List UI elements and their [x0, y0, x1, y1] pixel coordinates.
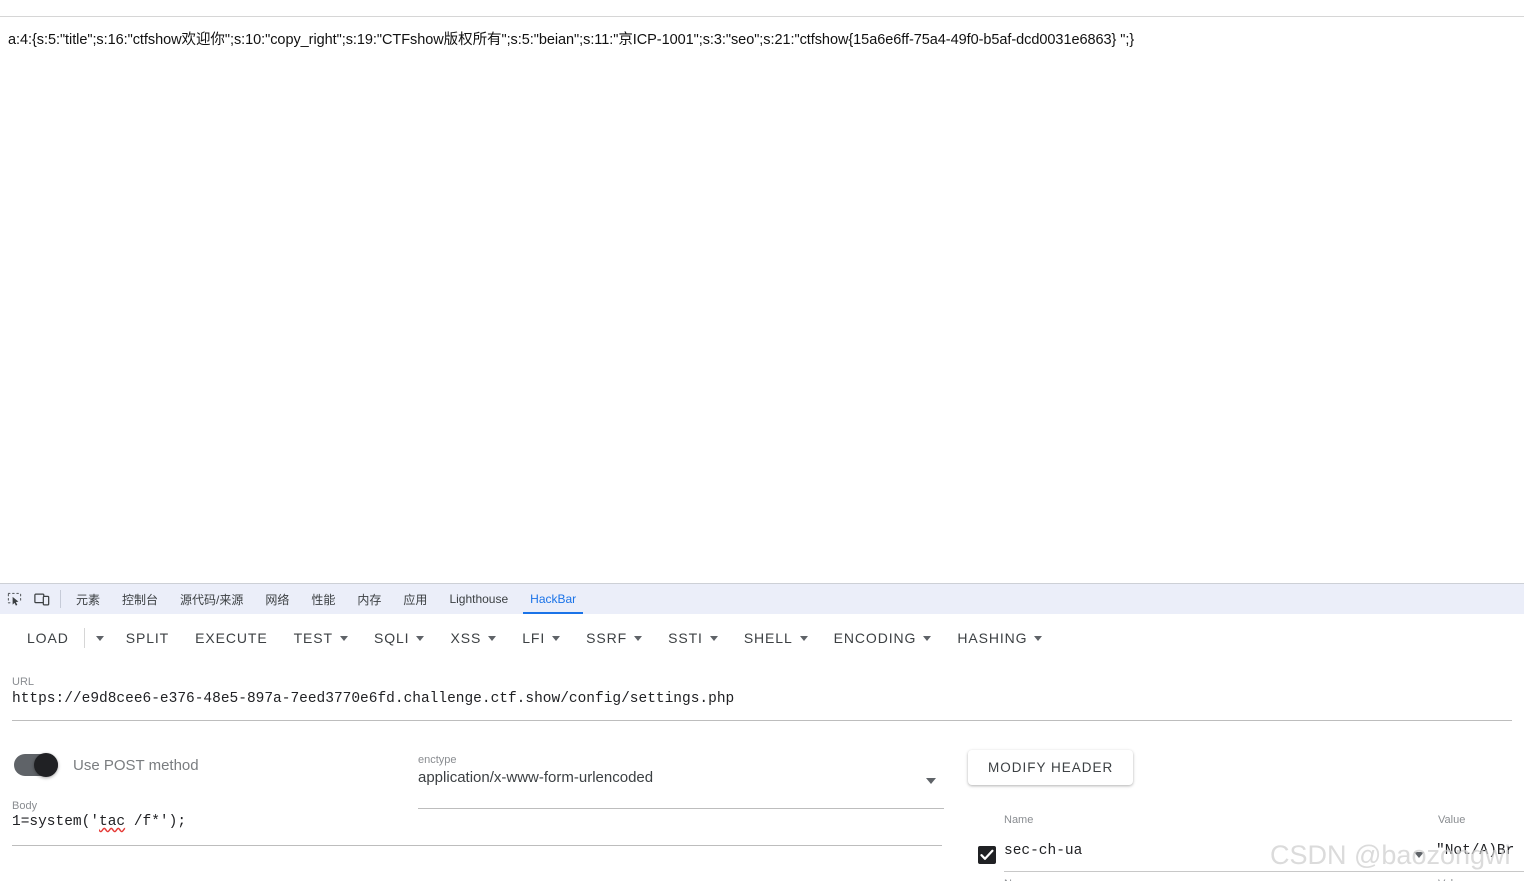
hashing-label: HASHING: [957, 630, 1028, 646]
body-prefix: 1=system(': [12, 814, 100, 830]
page-top-divider: [0, 16, 1524, 17]
ssrf-label: SSRF: [586, 630, 628, 646]
hashing-menu-button[interactable]: HASHING: [944, 624, 1055, 652]
load-label: LOAD: [27, 630, 69, 646]
xss-label: XSS: [450, 630, 482, 646]
xss-menu-button[interactable]: XSS: [437, 624, 509, 652]
encoding-label: ENCODING: [833, 630, 917, 646]
devtools-icon-separator: [60, 590, 61, 608]
encoding-menu-button[interactable]: ENCODING: [821, 624, 945, 652]
chevron-down-icon: [634, 635, 643, 641]
enctype-underline: [418, 808, 944, 809]
execute-label: EXECUTE: [195, 630, 268, 646]
use-post-method-label: Use POST method: [73, 756, 199, 774]
tab-hackbar[interactable]: HackBar: [519, 584, 587, 614]
tab-label: 内存: [357, 592, 382, 607]
chevron-down-icon: [799, 635, 808, 641]
chevron-down-icon: [552, 635, 561, 641]
url-underline: [12, 720, 1512, 721]
toggle-knob: [34, 753, 58, 777]
header-value-input[interactable]: "Not/A)Br: [1436, 843, 1514, 859]
page-content-area: a:4:{s:5:"title";s:16:"ctfshow欢迎你";s:10:…: [0, 0, 1524, 583]
load-dropdown-button[interactable]: [87, 630, 113, 647]
use-post-method-toggle[interactable]: [14, 753, 58, 777]
tab-label: 应用: [403, 592, 428, 607]
load-split-divider: [83, 628, 85, 648]
ssti-label: SSTI: [668, 630, 703, 646]
header-row: sec-ch-ua "Not/A)Br: [968, 838, 1524, 878]
body-underline: [12, 845, 942, 846]
chevron-down-icon: [1034, 635, 1043, 641]
test-label: TEST: [293, 630, 333, 646]
chevron-down-icon: [339, 635, 348, 641]
url-input[interactable]: https://e9d8cee6-e376-48e5-897a-7eed3770…: [12, 691, 734, 707]
load-button[interactable]: LOAD: [14, 624, 82, 652]
modify-header-button[interactable]: MODIFY HEADER: [968, 750, 1134, 785]
split-button[interactable]: SPLIT: [113, 624, 182, 652]
use-post-method-row[interactable]: Use POST method: [14, 753, 199, 777]
header-row-underline: [1004, 871, 1524, 872]
execute-button[interactable]: EXECUTE: [182, 624, 280, 652]
devtools-tabbar: 元素 控制台 源代码/来源 网络 性能 内存 应用 Lighthouse Hac…: [0, 583, 1524, 614]
tab-lighthouse[interactable]: Lighthouse: [438, 584, 519, 614]
hackbar-toolbar: LOAD SPLIT EXECUTE TEST SQLI XSS LFI SSR…: [0, 614, 1055, 662]
body-misspelled-word: tac: [99, 814, 126, 830]
chevron-down-icon: [488, 635, 497, 641]
tab-label: 控制台: [122, 592, 159, 607]
device-toolbar-icon[interactable]: [28, 584, 56, 614]
ssti-menu-button[interactable]: SSTI: [655, 624, 731, 652]
chevron-down-icon: [416, 635, 425, 641]
body-suffix: /f*');: [125, 814, 187, 830]
tab-label: 源代码/来源: [180, 592, 244, 607]
tab-application[interactable]: 应用: [392, 584, 438, 614]
body-label: Body: [12, 800, 38, 812]
header-value-column-label: Value: [1438, 814, 1466, 826]
header-enabled-checkbox[interactable]: [978, 846, 996, 864]
chevron-down-icon[interactable]: [926, 778, 936, 784]
enctype-label: enctype: [418, 754, 457, 766]
lfi-label: LFI: [522, 630, 546, 646]
lfi-menu-button[interactable]: LFI: [509, 624, 573, 652]
tab-label: Lighthouse: [449, 592, 509, 606]
tab-network[interactable]: 网络: [254, 584, 300, 614]
tab-console[interactable]: 控制台: [111, 584, 169, 614]
tab-label: 元素: [76, 592, 101, 607]
sqli-label: SQLI: [373, 630, 410, 646]
url-label: URL: [12, 676, 35, 688]
tab-memory[interactable]: 内存: [346, 584, 392, 614]
header-column-labels-row1: Name Value: [1004, 814, 1524, 826]
shell-label: SHELL: [743, 630, 793, 646]
tab-label: 性能: [311, 592, 336, 607]
chevron-down-icon: [95, 635, 104, 641]
tab-label: HackBar: [530, 592, 577, 606]
test-menu-button[interactable]: TEST: [281, 624, 361, 652]
shell-menu-button[interactable]: SHELL: [731, 624, 821, 652]
header-name-input[interactable]: sec-ch-ua: [1004, 843, 1082, 859]
chevron-down-icon: [709, 635, 718, 641]
split-label: SPLIT: [125, 630, 170, 646]
chevron-down-icon: [923, 635, 932, 641]
body-input[interactable]: 1=system('tac /f*');: [12, 814, 186, 830]
inspect-element-icon[interactable]: [0, 584, 28, 614]
hackbar-panel: LOAD SPLIT EXECUTE TEST SQLI XSS LFI SSR…: [0, 614, 1524, 881]
ssrf-menu-button[interactable]: SSRF: [573, 624, 655, 652]
tab-sources[interactable]: 源代码/来源: [169, 584, 254, 614]
sqli-menu-button[interactable]: SQLI: [361, 624, 438, 652]
chevron-down-icon[interactable]: [1414, 852, 1424, 858]
serialized-output-text: a:4:{s:5:"title";s:16:"ctfshow欢迎你";s:10:…: [8, 32, 1135, 48]
enctype-select[interactable]: application/x-www-form-urlencoded: [418, 769, 653, 786]
header-name-column-label: Name: [1004, 814, 1034, 826]
tab-performance[interactable]: 性能: [300, 584, 346, 614]
tab-label: 网络: [265, 592, 290, 607]
tab-elements[interactable]: 元素: [65, 584, 111, 614]
